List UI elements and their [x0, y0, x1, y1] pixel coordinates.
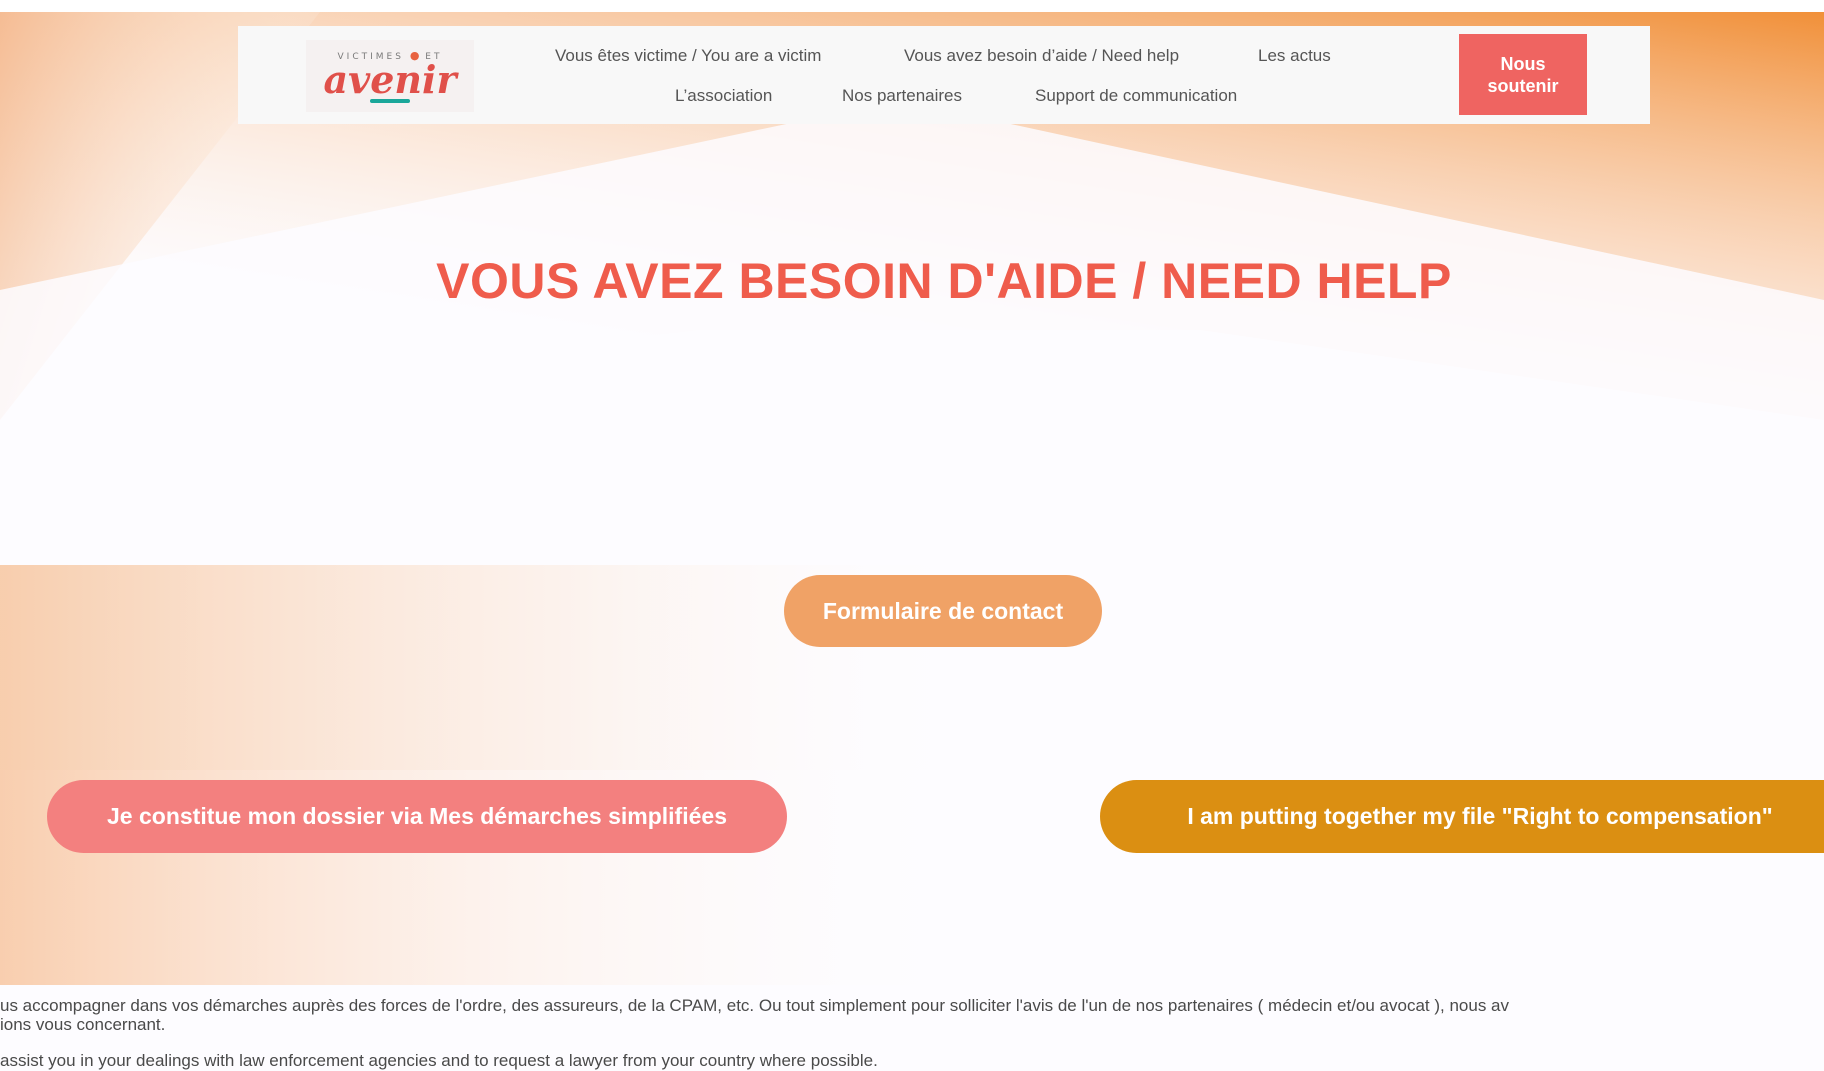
simplified-procedures-button[interactable]: Je constitue mon dossier via Mes démarch…: [47, 780, 787, 853]
intro-paragraph-fr-line1: us accompagner dans vos démarches auprès…: [0, 996, 1510, 1015]
logo-underline: [370, 99, 410, 103]
intro-paragraph-en: assist you in your dealings with law enf…: [0, 1051, 878, 1070]
nav-link-communication[interactable]: Support de communication: [1035, 86, 1237, 106]
nav-link-need-help[interactable]: Vous avez besoin d’aide / Need help: [904, 46, 1179, 66]
nav-link-news[interactable]: Les actus: [1258, 46, 1331, 66]
intro-paragraph-fr-line2: ions vous concernant.: [0, 1015, 166, 1034]
background-gradient: [0, 0, 1824, 1068]
site-logo[interactable]: VICTIMES ● ET avenir: [306, 40, 474, 112]
contact-form-button[interactable]: Formulaire de contact: [784, 575, 1102, 647]
support-us-button[interactable]: Nous soutenir: [1459, 34, 1587, 115]
nav-link-partners[interactable]: Nos partenaires: [842, 86, 962, 106]
page-title: VOUS AVEZ BESOIN D'AIDE / NEED HELP: [436, 253, 1452, 309]
site-header: VICTIMES ● ET avenir Vous êtes victime /…: [238, 26, 1650, 124]
logo-wordmark: avenir: [323, 57, 457, 102]
nav-link-victim[interactable]: Vous êtes victime / You are a victim: [555, 46, 821, 66]
right-to-compensation-button[interactable]: I am putting together my file "Right to …: [1100, 780, 1824, 853]
nav-link-association[interactable]: L’association: [675, 86, 772, 106]
